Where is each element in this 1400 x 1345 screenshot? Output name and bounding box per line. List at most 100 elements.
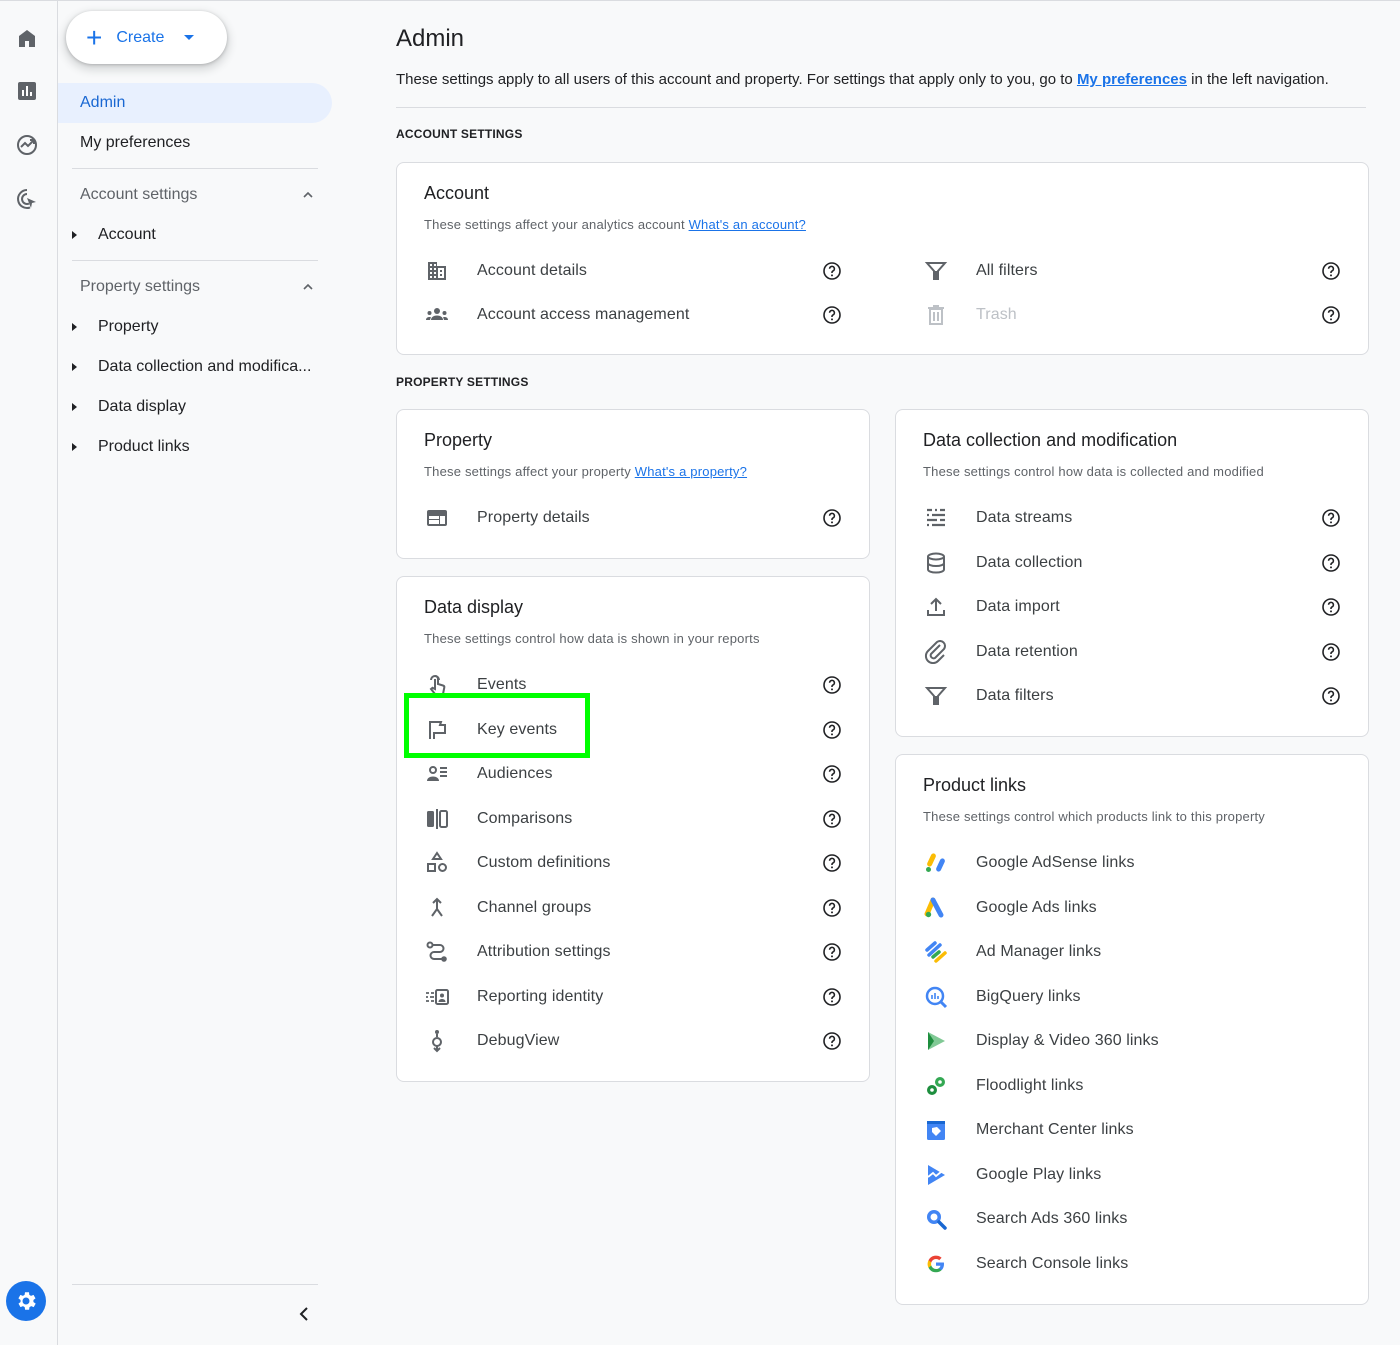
account-details-row[interactable]: Account details bbox=[397, 251, 867, 291]
help-icon[interactable] bbox=[822, 809, 842, 829]
help-icon[interactable] bbox=[822, 898, 842, 918]
attribution-settings-row[interactable]: Attribution settings bbox=[397, 932, 867, 972]
events-row[interactable]: Events bbox=[397, 665, 867, 705]
group-icon bbox=[424, 303, 450, 327]
help-icon[interactable] bbox=[1321, 597, 1341, 617]
filter-icon bbox=[923, 684, 949, 708]
debug-icon bbox=[424, 1029, 450, 1053]
card-description: These settings control how data is shown… bbox=[424, 631, 760, 646]
help-icon[interactable] bbox=[1321, 553, 1341, 573]
help-icon[interactable] bbox=[1321, 508, 1341, 528]
help-icon[interactable] bbox=[1321, 261, 1341, 281]
nav-sub-property[interactable]: Property bbox=[58, 307, 332, 347]
row-label: Account details bbox=[477, 262, 588, 279]
help-icon[interactable] bbox=[822, 508, 842, 528]
floodlight-links-row[interactable]: Floodlight links bbox=[896, 1066, 1366, 1106]
google-ads-links-row[interactable]: Google Ads links bbox=[896, 888, 1366, 928]
create-button[interactable]: + Create bbox=[66, 11, 227, 64]
admin-gear-button[interactable] bbox=[6, 1281, 46, 1321]
nav-sub-data-collection[interactable]: Data collection and modifica... bbox=[58, 347, 332, 387]
row-label: Merchant Center links bbox=[976, 1121, 1134, 1138]
card-description: These settings affect your property What… bbox=[424, 464, 747, 479]
database-icon bbox=[923, 551, 949, 575]
row-label: BigQuery links bbox=[976, 987, 1081, 1005]
bigquery-links-row[interactable]: BigQuery links bbox=[896, 977, 1366, 1017]
display-video-360-links-row[interactable]: Display & Video 360 links bbox=[896, 1021, 1366, 1061]
explore-icon[interactable] bbox=[14, 132, 40, 158]
nav-section-property-settings[interactable]: Property settings bbox=[58, 267, 332, 307]
flag-icon bbox=[424, 718, 450, 742]
help-icon[interactable] bbox=[822, 764, 842, 784]
nav-item-my-preferences[interactable]: My preferences bbox=[58, 123, 332, 163]
nav-divider bbox=[72, 1284, 318, 1285]
all-filters-row[interactable]: All filters bbox=[896, 251, 1366, 291]
help-icon[interactable] bbox=[822, 261, 842, 281]
card-description: These settings affect your analytics acc… bbox=[424, 217, 806, 232]
help-icon[interactable] bbox=[822, 720, 842, 740]
account-access-management-row[interactable]: Account access management bbox=[397, 295, 867, 335]
data-collection-row[interactable]: Data collection bbox=[896, 543, 1366, 583]
row-label: Data collection bbox=[976, 553, 1083, 571]
property-details-row[interactable]: Property details bbox=[397, 498, 867, 538]
audiences-row[interactable]: Audiences bbox=[397, 754, 867, 794]
home-icon[interactable] bbox=[14, 25, 40, 51]
whats-a-property-link[interactable]: What's a property? bbox=[635, 464, 747, 479]
collapse-nav-button[interactable] bbox=[294, 1301, 314, 1327]
dropdown-caret-icon bbox=[184, 35, 195, 40]
help-icon[interactable] bbox=[822, 987, 842, 1007]
trash-row[interactable]: Trash bbox=[896, 295, 1366, 335]
custom-definitions-row[interactable]: Custom definitions bbox=[397, 843, 867, 883]
nav-sub-label: Property bbox=[98, 318, 159, 335]
search-console-links-row[interactable]: Search Console links bbox=[896, 1244, 1366, 1284]
merchant-center-links-row[interactable]: Merchant Center links bbox=[896, 1110, 1366, 1150]
row-label: Google Ads links bbox=[976, 898, 1097, 916]
help-icon[interactable] bbox=[1321, 686, 1341, 706]
help-icon[interactable] bbox=[1321, 642, 1341, 662]
search-ads-360-links-row[interactable]: Search Ads 360 links bbox=[896, 1199, 1366, 1239]
touch-icon bbox=[424, 673, 450, 697]
account-settings-heading: ACCOUNT SETTINGS bbox=[396, 127, 523, 141]
desc-text: These settings apply to all users of thi… bbox=[396, 71, 1077, 88]
nav-sub-account[interactable]: Account bbox=[58, 215, 332, 255]
reports-icon[interactable] bbox=[14, 78, 40, 104]
data-import-row[interactable]: Data import bbox=[896, 587, 1366, 627]
divider bbox=[396, 107, 1366, 108]
data-retention-row[interactable]: Data retention bbox=[896, 632, 1366, 672]
google-adsense-links-row[interactable]: Google AdSense links bbox=[896, 843, 1366, 883]
help-icon[interactable] bbox=[822, 1031, 842, 1051]
card-title: Account bbox=[424, 183, 490, 203]
help-icon[interactable] bbox=[1321, 305, 1341, 325]
data-filters-row[interactable]: Data filters bbox=[896, 676, 1366, 716]
section-label: Property settings bbox=[80, 278, 201, 295]
row-label: Events bbox=[477, 676, 527, 693]
help-icon[interactable] bbox=[822, 305, 842, 325]
help-icon[interactable] bbox=[822, 853, 842, 873]
my-preferences-link[interactable]: My preferences bbox=[1077, 71, 1187, 88]
building-icon bbox=[424, 259, 450, 283]
route-icon bbox=[424, 940, 450, 964]
chevron-up-icon bbox=[303, 283, 313, 290]
google-g-icon bbox=[923, 1252, 949, 1276]
nav-sub-product-links[interactable]: Product links bbox=[58, 427, 332, 467]
merchant-center-icon bbox=[923, 1118, 949, 1142]
debugview-row[interactable]: DebugView bbox=[397, 1021, 867, 1061]
comparisons-row[interactable]: Comparisons bbox=[397, 799, 867, 839]
help-icon[interactable] bbox=[822, 942, 842, 962]
card-title: Data display bbox=[424, 597, 524, 617]
card-title: Property bbox=[424, 430, 493, 450]
key-events-row[interactable]: Key events bbox=[397, 710, 867, 750]
nav-section-account-settings[interactable]: Account settings bbox=[58, 175, 332, 215]
data-streams-row[interactable]: Data streams bbox=[896, 498, 1366, 538]
plus-icon: + bbox=[86, 21, 103, 53]
channel-groups-row[interactable]: Channel groups bbox=[397, 888, 867, 928]
reporting-identity-row[interactable]: Reporting identity bbox=[397, 977, 867, 1017]
nav-item-admin[interactable]: Admin bbox=[58, 83, 332, 123]
google-play-links-row[interactable]: Google Play links bbox=[896, 1155, 1366, 1195]
data-display-card: Data display These settings control how … bbox=[396, 576, 870, 1082]
advertising-icon[interactable] bbox=[14, 186, 40, 212]
whats-an-account-link[interactable]: What's an account? bbox=[689, 217, 806, 232]
nav-sub-data-display[interactable]: Data display bbox=[58, 387, 332, 427]
data-collection-card: Data collection and modification These s… bbox=[895, 409, 1369, 737]
help-icon[interactable] bbox=[822, 675, 842, 695]
ad-manager-links-row[interactable]: Ad Manager links bbox=[896, 932, 1366, 972]
